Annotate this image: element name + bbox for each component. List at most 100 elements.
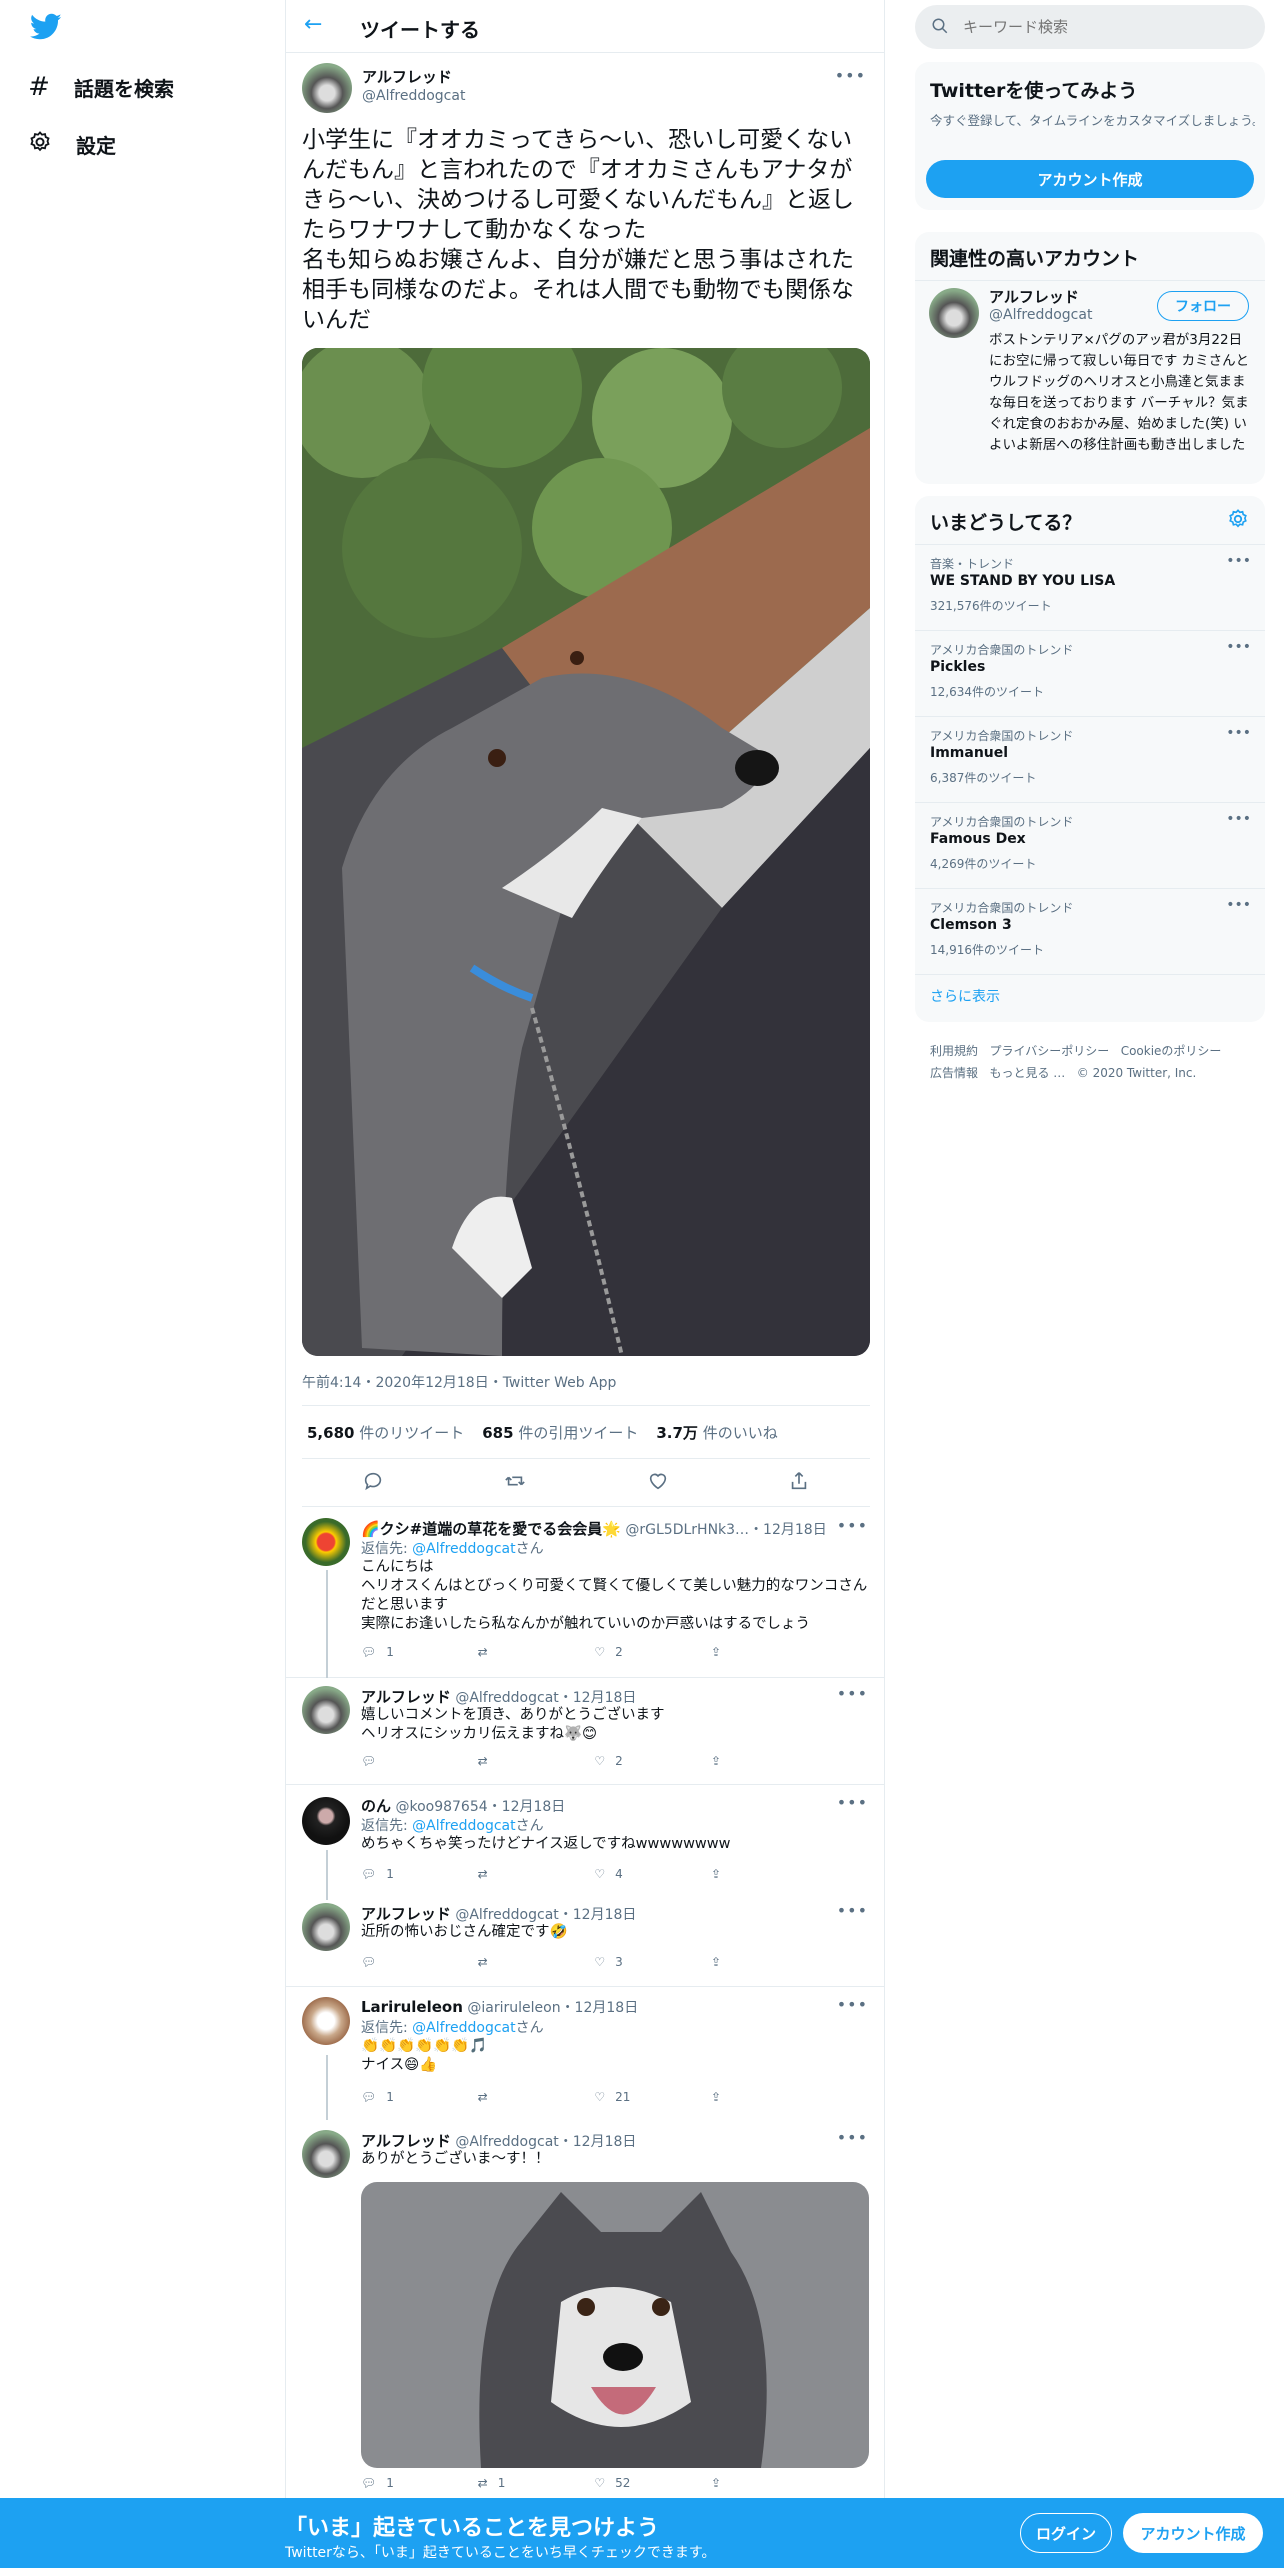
share-button[interactable]: ⇪ (711, 1645, 811, 1659)
more-options-icon[interactable]: ••• (837, 2128, 868, 2147)
more-options-icon[interactable]: ••• (837, 1995, 868, 2014)
reply-button[interactable]: 💬︎ 1 (361, 1867, 461, 1881)
like-button[interactable]: ♡ 4 (594, 1867, 694, 1881)
like-icon: ♡ (594, 1754, 606, 1768)
more-options-icon[interactable]: ••• (1226, 553, 1251, 569)
avatar[interactable] (302, 1797, 350, 1845)
reply-button[interactable]: 💬︎ (361, 1955, 461, 1969)
reply-button[interactable]: 💬︎ 1 (361, 1645, 461, 1659)
retweet-button[interactable]: ⇄ (478, 1754, 578, 1768)
login-button[interactable]: ログイン (1020, 2513, 1112, 2553)
share-icon[interactable] (788, 1470, 810, 1496)
retweet-icon[interactable] (503, 1470, 527, 1496)
avatar[interactable] (302, 1686, 350, 1734)
reply-button[interactable]: 💬︎ (361, 1754, 461, 1768)
avatar[interactable] (302, 2130, 350, 2178)
like-button[interactable]: ♡ 3 (594, 1955, 694, 1969)
related-bio: ボストンテリア×パグのアッ君が3月22日にお空に帰って寂しい毎日です カミさんと… (989, 332, 1250, 453)
signup-button[interactable]: アカウント作成 (1123, 2513, 1263, 2553)
quote-count[interactable]: 685 件の引用ツイート (482, 1422, 638, 1443)
retweet-button[interactable]: ⇄ (478, 2090, 578, 2104)
share-button[interactable]: ⇪ (711, 1867, 811, 1881)
reply-icon[interactable] (362, 1470, 384, 1496)
cookie-link[interactable]: Cookieのポリシー (1121, 1044, 1222, 1058)
avatar[interactable] (302, 1997, 350, 2045)
trend-item[interactable]: 音楽・トレンド WE STAND BY YOU LISA 321,576件のツイート… (915, 544, 1265, 630)
reply-button[interactable]: 💬︎ 1 (361, 2090, 461, 2104)
avatar[interactable] (302, 1518, 350, 1566)
avatar[interactable] (302, 1903, 350, 1951)
like-button[interactable]: ♡ 2 (594, 1754, 694, 1768)
share-icon: ⇪ (710, 1645, 722, 1659)
nav-settings[interactable]: 設定 (28, 130, 116, 159)
show-more-link[interactable]: さらに表示 (930, 986, 1000, 1006)
search-icon (931, 17, 949, 39)
back-arrow-icon[interactable]: ← (304, 12, 322, 37)
tweet-photo[interactable] (302, 348, 870, 1356)
share-button[interactable]: ⇪ (711, 1754, 811, 1768)
privacy-link[interactable]: プライバシーポリシー (989, 1044, 1109, 1058)
twitter-logo-icon[interactable] (29, 13, 62, 45)
like-button[interactable]: ♡ 2 (594, 1645, 694, 1659)
retweet-button[interactable]: ⇄ (478, 1955, 578, 1969)
more-options-icon[interactable]: ••• (1226, 725, 1251, 741)
create-account-button[interactable]: アカウント作成 (926, 160, 1254, 198)
trend-item[interactable]: アメリカ合衆国のトレンド Immanuel 6,387件のツイート ••• (915, 716, 1265, 802)
like-button[interactable]: ♡ 21 (594, 2090, 694, 2104)
reply-tweet[interactable]: のん @koo987654・12月18日 ••• 返信先: @Alfreddog… (286, 1785, 884, 1895)
reply-header: アルフレッド @Alfreddogcat・12月18日 (361, 2132, 637, 2150)
like-button[interactable]: ♡ 52 (594, 2476, 694, 2490)
more-options-icon[interactable]: ••• (1226, 811, 1251, 827)
main-column: ← ツイートする アルフレッド @Alfreddogcat ••• 小学生に『オ… (285, 0, 885, 2568)
trend-item[interactable]: アメリカ合衆国のトレンド Famous Dex 4,269件のツイート ••• (915, 802, 1265, 888)
avatar[interactable] (302, 63, 352, 113)
reply-button[interactable]: 💬︎ 1 (361, 2476, 461, 2490)
retweet-count[interactable]: 5,680 件のリツイート (307, 1422, 464, 1443)
more-options-icon[interactable]: ••• (837, 1793, 868, 1812)
share-button[interactable]: ⇪ (711, 1955, 811, 1969)
thread-line (326, 1850, 328, 1900)
nav-explore[interactable]: # 話題を検索 (28, 72, 174, 102)
reply-tweet[interactable]: アルフレッド @Alfreddogcat・12月18日 ••• ありがとうござい… (286, 2122, 884, 2498)
related-handle[interactable]: @Alfreddogcat (989, 307, 1092, 323)
more-options-icon[interactable]: ••• (1226, 639, 1251, 655)
related-name[interactable]: アルフレッド (989, 286, 1079, 307)
search-input[interactable] (963, 15, 1243, 39)
gear-icon[interactable] (1227, 508, 1249, 534)
more-link[interactable]: もっと見る … (989, 1066, 1065, 1080)
reply-tweet[interactable]: Lariruleleon @iariruleleon・12月18日 ••• 返信… (286, 1987, 884, 2122)
more-options-icon[interactable]: ••• (837, 1516, 868, 1535)
like-count[interactable]: 3.7万 件のいいね (656, 1422, 777, 1443)
more-options-icon[interactable]: ••• (835, 66, 866, 85)
reply-photo[interactable] (361, 2182, 869, 2468)
terms-link[interactable]: 利用規約 (930, 1044, 978, 1058)
author-name[interactable]: アルフレッド (362, 66, 452, 87)
ads-link[interactable]: 広告情報 (930, 1066, 978, 1080)
share-button[interactable]: ⇪ (711, 2476, 811, 2490)
tweet-timestamp[interactable]: 午前4:14・2020年12月18日・Twitter Web App (302, 1372, 616, 1392)
reply-tweet[interactable]: アルフレッド @Alfreddogcat・12月18日 ••• 近所の怖いおじさ… (286, 1895, 884, 1987)
retweet-button[interactable]: ⇄ 1 (478, 2476, 578, 2490)
search-box[interactable] (915, 5, 1265, 49)
like-icon: ♡ (594, 2090, 606, 2104)
reply-actions: 💬︎ 1 ⇄ 1 ♡ 52 ⇪ (361, 2476, 811, 2490)
trend-item[interactable]: アメリカ合衆国のトレンド Clemson 3 14,916件のツイート ••• (915, 888, 1265, 974)
signup-title: Twitterを使ってみよう (930, 80, 1138, 102)
like-icon: ♡ (594, 2476, 606, 2490)
like-icon[interactable] (647, 1470, 669, 1496)
avatar[interactable] (929, 288, 979, 338)
retweet-button[interactable]: ⇄ (478, 1645, 578, 1659)
reply-tweet[interactable]: アルフレッド @Alfreddogcat・12月18日 ••• 嬉しいコメントを… (286, 1678, 884, 1785)
author-handle[interactable]: @Alfreddogcat (362, 88, 465, 104)
thread-line (326, 1570, 328, 1678)
more-options-icon[interactable]: ••• (1226, 897, 1251, 913)
more-options-icon[interactable]: ••• (837, 1901, 868, 1920)
trend-item[interactable]: アメリカ合衆国のトレンド Pickles 12,634件のツイート ••• (915, 630, 1265, 716)
more-options-icon[interactable]: ••• (837, 1684, 868, 1703)
tweet-stats: 5,680 件のリツイート 685 件の引用ツイート 3.7万 件のいいね (302, 1405, 870, 1459)
retweet-button[interactable]: ⇄ (478, 1867, 578, 1881)
reply-icon: 💬︎ (361, 1645, 377, 1659)
share-button[interactable]: ⇪ (711, 2090, 811, 2104)
reply-tweet[interactable]: 🌈クシ#道端の草花を愛でる会会員🌟 @rGL5DLrHNk3…・12月18日 •… (286, 1508, 884, 1678)
follow-button[interactable]: フォロー (1157, 291, 1249, 321)
